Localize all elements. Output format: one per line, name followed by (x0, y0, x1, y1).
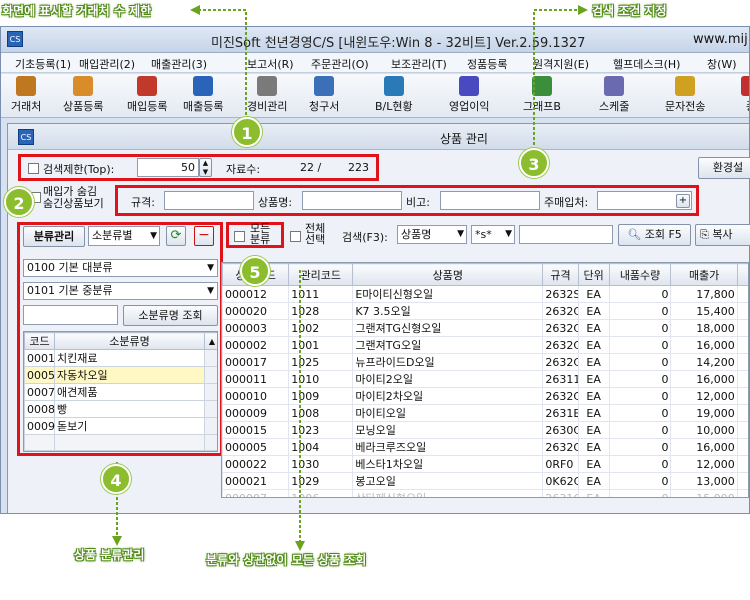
arrowhead-5 (295, 541, 305, 551)
arrow-1 (200, 9, 247, 120)
callout-badge-5: 5 (240, 256, 270, 286)
callout-badge-3: 3 (519, 148, 549, 178)
callout-1-text: 화면에 표시할 거래처 수 제한 (2, 4, 152, 18)
callout-4-text: 상품 분류관리 (74, 548, 145, 562)
arrowhead-1 (190, 5, 200, 15)
arrow-3 (533, 9, 578, 145)
callout-badge-2: 2 (4, 187, 34, 217)
callout-badge-1: 1 (232, 117, 262, 147)
arrowhead-4 (112, 536, 122, 546)
callout-3-text: 검색 조건 지정 (592, 4, 667, 18)
callout-badge-4: 4 (101, 464, 131, 494)
callout-arrows (112, 5, 588, 551)
callout-5-text: 분류와 상관없이 모든 상품 조회 (206, 553, 367, 567)
arrowhead-3 (578, 5, 588, 15)
